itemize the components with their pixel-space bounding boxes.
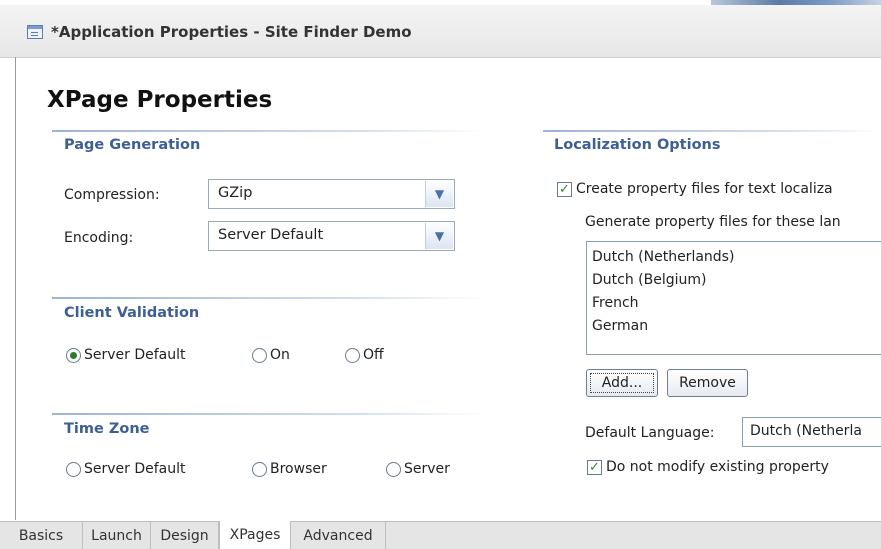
radio-label: Browser <box>270 461 327 477</box>
radio-label: Server Default <box>84 347 186 363</box>
compression-value: GZip <box>218 185 253 201</box>
radio-button[interactable] <box>386 461 401 477</box>
section-divider <box>52 130 486 132</box>
radio-time-zone-server[interactable]: Server <box>386 461 450 477</box>
default-language-label: Default Language: <box>585 425 715 441</box>
encoding-select[interactable]: Server Default ▼ <box>208 221 455 251</box>
section-divider <box>543 130 881 132</box>
radio-button[interactable] <box>252 347 267 363</box>
chevron-down-icon[interactable]: ▼ <box>425 181 453 207</box>
radio-time-zone-server-default[interactable]: Server Default <box>66 461 186 477</box>
tab-launch[interactable]: Launch <box>83 522 151 549</box>
encoding-value: Server Default <box>218 227 324 243</box>
editor-title: *Application Properties - Site Finder De… <box>51 23 412 41</box>
chevron-down-icon[interactable]: ▼ <box>425 223 453 249</box>
section-title-time-zone: Time Zone <box>64 421 150 437</box>
radio-time-zone-browser[interactable]: Browser <box>252 461 327 477</box>
list-item[interactable]: German <box>592 315 881 338</box>
list-item[interactable]: Dutch (Belgium) <box>592 269 881 292</box>
remove-button[interactable]: Remove <box>667 369 748 397</box>
languages-label: Generate property files for these lan <box>585 214 841 230</box>
section-divider <box>52 297 486 299</box>
section-title-localization-options: Localization Options <box>554 137 721 153</box>
radio-client-validation-server-default[interactable]: Server Default <box>66 347 186 363</box>
tab-xpages[interactable]: XPages <box>219 521 291 549</box>
section-divider <box>52 413 486 415</box>
tab-advanced[interactable]: Advanced <box>291 522 386 549</box>
application-properties-icon <box>27 25 43 39</box>
radio-label: On <box>270 347 290 363</box>
languages-listbox[interactable]: Dutch (Netherlands) Dutch (Belgium) Fren… <box>586 241 881 355</box>
tab-design[interactable]: Design <box>151 522 219 549</box>
list-item[interactable]: French <box>592 292 881 315</box>
radio-button-selected[interactable] <box>66 347 81 363</box>
checkmark-icon[interactable]: ✓ <box>587 459 602 475</box>
default-language-field[interactable]: Dutch (Netherla <box>742 417 881 447</box>
checkbox-label: Do not modify existing property <box>606 459 829 475</box>
encoding-label: Encoding: <box>64 230 134 246</box>
checkmark-icon[interactable]: ✓ <box>557 181 572 197</box>
radio-button[interactable] <box>345 347 360 363</box>
list-item[interactable]: Dutch (Netherlands) <box>592 246 881 269</box>
section-title-page-generation: Page Generation <box>64 137 201 153</box>
compression-label: Compression: <box>64 187 160 203</box>
radio-client-validation-off[interactable]: Off <box>345 347 384 363</box>
add-button[interactable]: Add... <box>586 369 658 397</box>
compression-select[interactable]: GZip ▼ <box>208 179 455 209</box>
editor-left-border <box>15 57 16 520</box>
radio-label: Off <box>363 347 384 363</box>
radio-label: Server <box>404 461 450 477</box>
checkbox-do-not-modify-property-files[interactable]: ✓ Do not modify existing property <box>587 459 829 475</box>
checkbox-create-property-files[interactable]: ✓ Create property files for text localiz… <box>557 181 833 197</box>
editor-tab-bar: Basics Launch Design XPages Advanced <box>0 521 881 549</box>
checkbox-label: Create property files for text localiza <box>576 181 833 197</box>
page-title: XPage Properties <box>47 87 273 113</box>
radio-button[interactable] <box>66 461 81 477</box>
radio-client-validation-on[interactable]: On <box>252 347 290 363</box>
radio-button[interactable] <box>252 461 267 477</box>
tab-basics[interactable]: Basics <box>0 522 83 549</box>
section-title-client-validation: Client Validation <box>64 305 200 321</box>
radio-label: Server Default <box>84 461 186 477</box>
editor-title-bar: *Application Properties - Site Finder De… <box>0 5 881 58</box>
